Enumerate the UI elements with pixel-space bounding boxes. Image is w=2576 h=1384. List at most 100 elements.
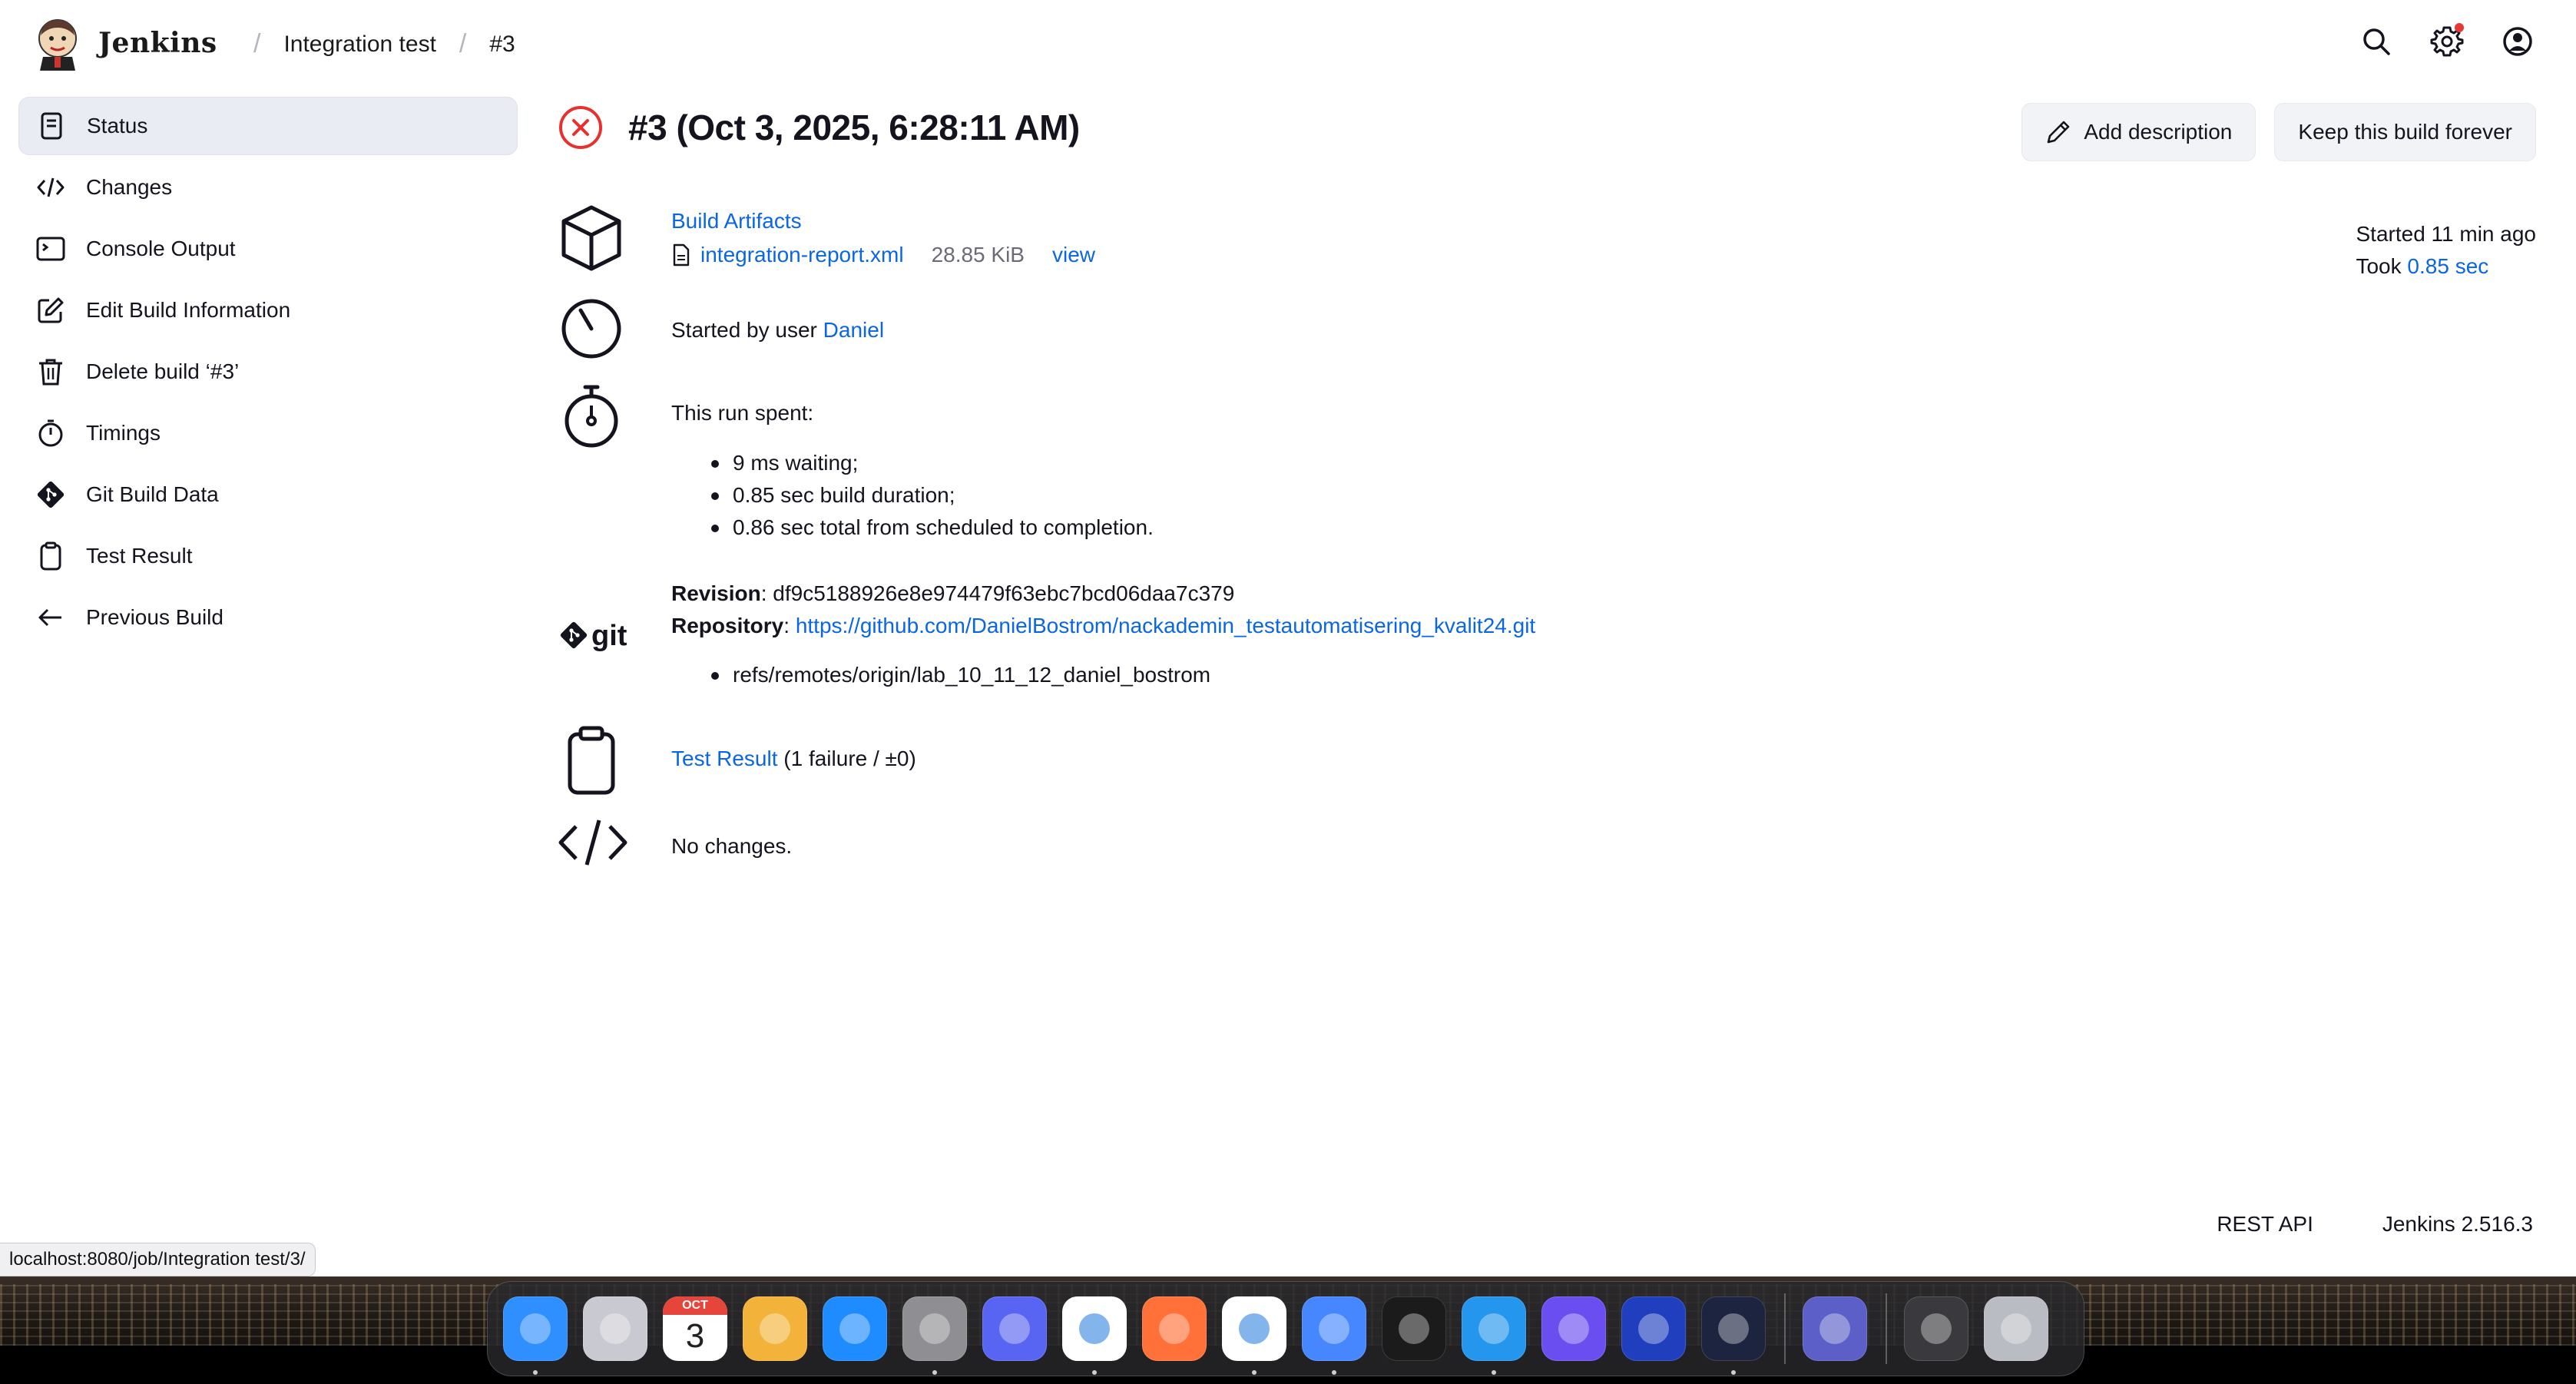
- dock-glyph: [999, 1313, 1030, 1344]
- recent-app-icon[interactable]: [1803, 1296, 1867, 1361]
- launchpad-icon[interactable]: [583, 1296, 647, 1361]
- test-result-link[interactable]: Test Result: [671, 747, 778, 770]
- no-changes-text: No changes.: [671, 834, 793, 858]
- running-indicator: [1492, 1370, 1496, 1375]
- edit-icon: [38, 297, 64, 323]
- jenkins-logo-icon: [38, 19, 77, 71]
- keep-build-forever-button[interactable]: Keep this build forever: [2274, 103, 2536, 161]
- took-row: Took 0.85 sec: [2356, 250, 2536, 283]
- sidebar-item-label: Changes: [86, 175, 173, 199]
- rest-api-link[interactable]: REST API: [2217, 1212, 2313, 1237]
- user-account-icon[interactable]: [2499, 23, 2536, 60]
- system-settings-icon[interactable]: [902, 1296, 967, 1375]
- artifact-file-link[interactable]: integration-report.xml: [700, 243, 904, 267]
- package-icon: [561, 205, 621, 271]
- dock-apps: OCT 3: [503, 1296, 1781, 1375]
- build-header: #3 (Oct 3, 2025, 6:28:11 AM): [558, 104, 1080, 151]
- breadcrumb-job[interactable]: Integration test: [283, 31, 435, 58]
- dock-glyph: [1558, 1313, 1589, 1344]
- trash-app-icon[interactable]: [1984, 1296, 2048, 1361]
- dock-glyph: [1399, 1313, 1429, 1344]
- cause-section: Started by user Daniel: [558, 293, 884, 361]
- build-timing-summary: Started 11 min ago Took 0.85 sec: [2356, 218, 2536, 283]
- vpn-client-icon[interactable]: [1621, 1296, 1686, 1361]
- file-icon: [673, 243, 690, 267]
- calendar-day: 3: [685, 1317, 705, 1355]
- started-by-text: Started by user: [671, 318, 817, 342]
- chrome-icon[interactable]: [1062, 1296, 1127, 1375]
- revision-row: Revision: df9c5188926e8e974479f63ebc7bcd…: [671, 581, 1235, 605]
- manage-jenkins-button[interactable]: [2429, 23, 2465, 60]
- run-spent-heading: This run spent:: [671, 401, 814, 425]
- jenkins-version[interactable]: Jenkins 2.516.3: [2382, 1212, 2533, 1237]
- timer-start-icon: [561, 299, 621, 359]
- downloads-stack-icon[interactable]: [1904, 1296, 1968, 1361]
- sidebar-item-label: Git Build Data: [86, 482, 219, 506]
- discord-icon[interactable]: [982, 1296, 1047, 1361]
- took-duration-link[interactable]: 0.85 sec: [2407, 254, 2488, 278]
- repository-link[interactable]: https://github.com/DanielBostrom/nackade…: [796, 614, 1535, 637]
- running-indicator: [1092, 1370, 1097, 1375]
- dock-separator: [1784, 1293, 1786, 1364]
- terminal-icon: [36, 237, 65, 261]
- dock-glyph: [760, 1313, 790, 1344]
- page-title: #3 (Oct 3, 2025, 6:28:11 AM): [628, 108, 1080, 147]
- sidebar-item-console-output[interactable]: Console Output: [18, 220, 518, 278]
- sidebar-item-edit-build-information[interactable]: Edit Build Information: [18, 281, 518, 339]
- calendar-icon[interactable]: OCT 3: [663, 1296, 727, 1361]
- repository-row: Repository: https://github.com/DanielBos…: [671, 614, 1536, 637]
- clipboard-icon: [40, 541, 61, 571]
- failed-status-icon: [559, 106, 602, 149]
- artifact-size: 28.85 KiB: [931, 243, 1025, 267]
- stopwatch-icon: [38, 419, 63, 447]
- side-panel: Status Changes Console Output Edit Build…: [18, 97, 518, 650]
- sidebar-item-delete-build[interactable]: Delete build ‘#3’: [18, 343, 518, 401]
- sidebar-item-timings[interactable]: Timings: [18, 404, 518, 462]
- list-item: refs/remotes/origin/lab_10_11_12_daniel_…: [711, 659, 1535, 691]
- firefox-icon[interactable]: [1142, 1296, 1207, 1361]
- running-indicator: [1332, 1370, 1336, 1375]
- finder-icon[interactable]: [503, 1296, 568, 1375]
- sidebar-item-status[interactable]: Status: [18, 97, 518, 155]
- add-description-button[interactable]: Add description: [2021, 103, 2256, 161]
- window-bottom-edge: [0, 1273, 2576, 1276]
- started-ago: Started 11 min ago: [2356, 222, 2536, 246]
- nordvpn-icon[interactable]: [1302, 1296, 1366, 1375]
- breadcrumb-separator: /: [253, 29, 261, 58]
- dock-glyph: [839, 1313, 870, 1344]
- header-actions: [2358, 23, 2536, 60]
- brand-name: Jenkins: [98, 27, 217, 59]
- vscode-icon[interactable]: [1222, 1296, 1286, 1375]
- running-indicator: [1252, 1370, 1257, 1375]
- dock-glyph: [1239, 1313, 1270, 1344]
- dock-glyph: [2001, 1313, 2031, 1344]
- build-artifacts-link[interactable]: Build Artifacts: [671, 209, 802, 233]
- revision-hash: df9c5188926e8e974479f63ebc7bcd06daa7c379: [773, 581, 1235, 605]
- list-item: 9 ms waiting;: [711, 447, 1154, 479]
- activity-monitor-icon[interactable]: [1382, 1296, 1446, 1361]
- sidebar-item-label: Previous Build: [86, 605, 223, 629]
- breadcrumb-build[interactable]: #3: [489, 31, 515, 58]
- terminal-app-icon[interactable]: [1701, 1296, 1766, 1375]
- list-item: 0.86 sec total from scheduled to complet…: [711, 512, 1154, 544]
- sidebar-item-changes[interactable]: Changes: [18, 158, 518, 217]
- sidebar-item-git-build-data[interactable]: Git Build Data: [18, 465, 518, 524]
- linear-icon[interactable]: [1541, 1296, 1606, 1361]
- add-description-label: Add description: [2084, 120, 2233, 144]
- jenkins-home-link[interactable]: Jenkins: [34, 15, 217, 71]
- docker-icon[interactable]: [1462, 1296, 1526, 1375]
- dock-glyph: [1319, 1313, 1349, 1344]
- user-link[interactable]: Daniel: [823, 318, 884, 342]
- sidebar-item-previous-build[interactable]: Previous Build: [18, 588, 518, 647]
- artifact-view-link[interactable]: view: [1052, 243, 1095, 267]
- page-footer: REST API Jenkins 2.516.3: [2217, 1212, 2533, 1237]
- timing-list: 9 ms waiting; 0.85 sec build duration; 0…: [711, 447, 1154, 544]
- dock-glyph: [1159, 1313, 1190, 1344]
- run-timing-section: This run spent: 9 ms waiting; 0.85 sec b…: [558, 382, 1154, 544]
- sidebar-item-test-result[interactable]: Test Result: [18, 527, 518, 585]
- dock-glyph: [600, 1313, 631, 1344]
- list-item: 0.85 sec build duration;: [711, 479, 1154, 512]
- pages-icon[interactable]: [743, 1296, 807, 1361]
- app-store-icon[interactable]: [823, 1296, 887, 1361]
- search-icon[interactable]: [2358, 23, 2395, 60]
